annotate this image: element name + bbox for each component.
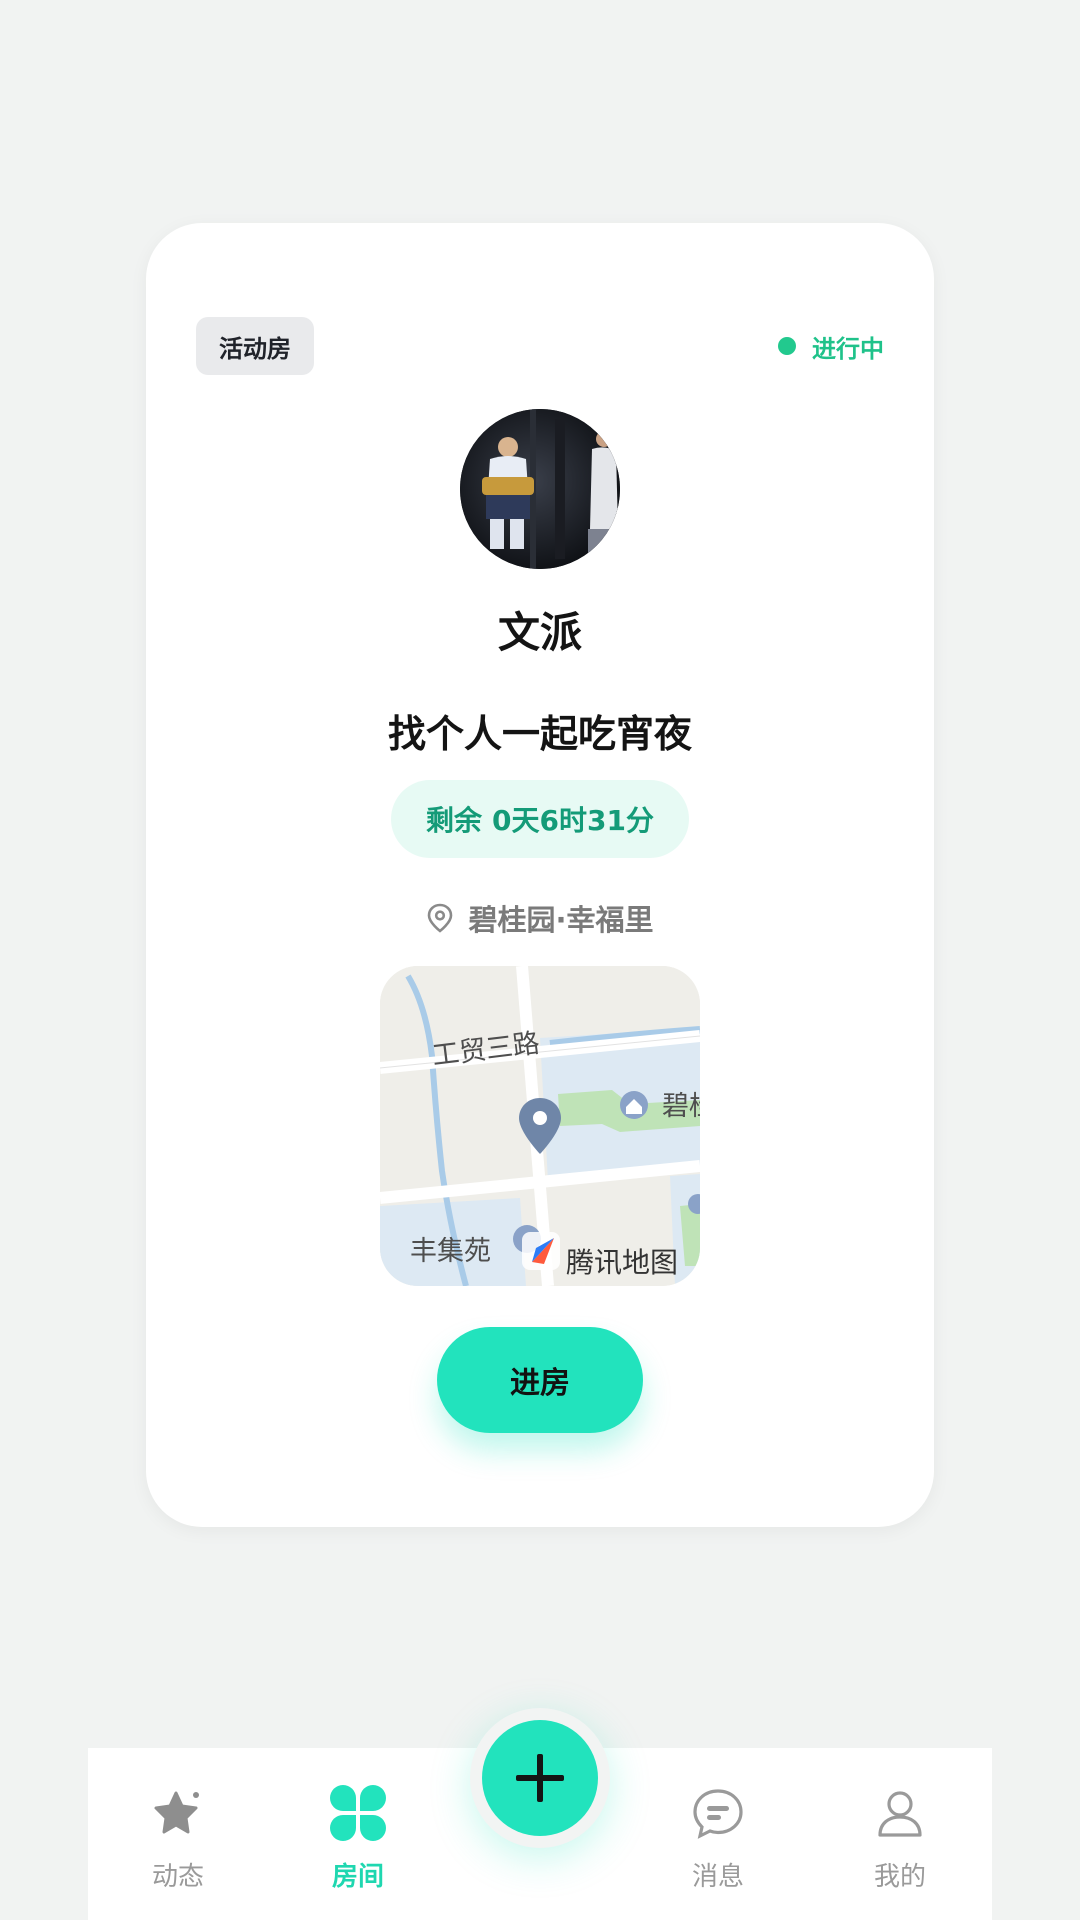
avatar-photo [460,409,620,569]
tab-me[interactable]: 我的 [830,1748,970,1920]
enter-room-button[interactable]: 进房 [437,1327,643,1433]
map-brand-label: 腾讯地图 [566,1246,679,1279]
remaining-value: 0天6时31分 [492,804,654,837]
create-room-button[interactable] [470,1708,610,1848]
room-card: 活动房 进行中 文派 找个人一起吃宵夜 剩余 0天6时31分 碧桂园·幸福里 工… [146,223,934,1527]
chat-bubble-icon [687,1782,749,1844]
status-dot-icon [778,337,796,355]
room-type-label: 活动房 [219,334,291,363]
map-poi-label: 丰集苑 [410,1236,491,1267]
tencent-map-logo-icon [522,1232,560,1270]
tab-messages[interactable]: 消息 [648,1748,788,1920]
map-poi-label: 碧桂 [662,1091,700,1122]
tab-me-label: 我的 [873,1862,926,1892]
tab-rooms[interactable]: 房间 [288,1748,428,1920]
host-name: 文派 [497,608,582,657]
status-label: 进行中 [812,334,884,363]
tab-feed-label: 动态 [151,1862,204,1892]
location-map[interactable]: 工贸三路 碧桂 丰集苑 腾讯地图 [380,966,700,1286]
tab-feed[interactable]: 动态 [108,1748,248,1920]
plus-icon [516,1754,564,1802]
enter-room-label: 进房 [510,1366,570,1401]
tab-rooms-label: 房间 [331,1862,384,1892]
location-pin-icon [426,903,454,933]
tab-messages-label: 消息 [691,1862,744,1892]
star-icon [147,1782,209,1844]
location-label: 碧桂园·幸福里 [468,903,654,937]
location-row: 碧桂园·幸福里 [146,897,934,939]
user-icon [869,1782,931,1844]
clover-icon [327,1782,389,1844]
remaining-label: 剩余 [426,804,483,837]
status-indicator: 进行中 [778,327,884,365]
room-title: 找个人一起吃宵夜 [387,712,692,756]
create-room-button-inner [482,1720,598,1836]
room-type-badge: 活动房 [196,317,314,375]
avatar[interactable] [460,409,620,569]
remaining-time-pill: 剩余 0天6时31分 [391,780,689,858]
